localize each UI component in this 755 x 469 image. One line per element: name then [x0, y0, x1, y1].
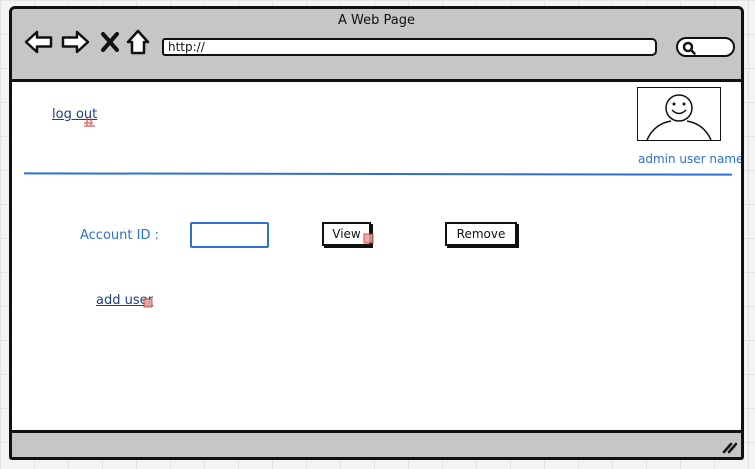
link-cursor-icon — [143, 298, 153, 308]
search-field[interactable] — [676, 37, 735, 57]
header-divider — [23, 172, 733, 176]
account-id-label: Account ID : — [80, 228, 159, 243]
avatar — [637, 87, 721, 141]
link-cursor-icon — [363, 233, 374, 244]
forward-arrow-icon[interactable] — [60, 29, 90, 55]
back-arrow-icon[interactable] — [24, 29, 54, 55]
address-bar[interactable]: http:// — [162, 38, 657, 56]
remove-button[interactable]: Remove — [445, 222, 517, 246]
resize-grip-icon[interactable] — [721, 440, 737, 454]
admin-user-name: admin user name — [638, 152, 744, 166]
search-icon — [682, 41, 696, 55]
account-id-input[interactable] — [190, 222, 269, 248]
browser-toolbar: A Web Page http:// — [12, 9, 741, 82]
smiley-face-icon — [646, 94, 712, 141]
browser-window: A Web Page http:// log out admin user na… — [9, 6, 744, 460]
close-x-icon[interactable] — [101, 32, 119, 52]
status-bar — [12, 430, 741, 457]
link-cursor-icon — [84, 118, 95, 127]
window-title: A Web Page — [338, 13, 415, 28]
home-icon[interactable] — [126, 29, 150, 55]
